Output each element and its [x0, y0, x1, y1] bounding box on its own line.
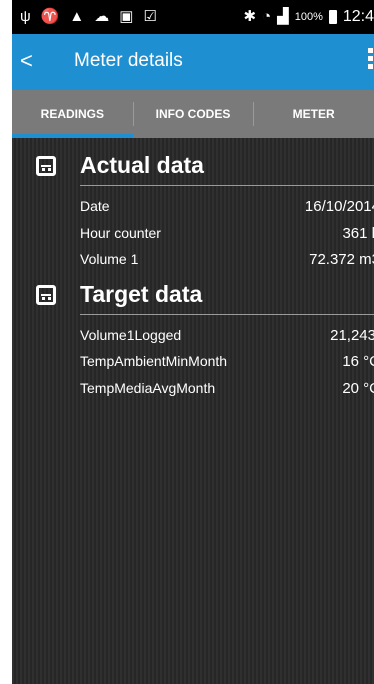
row-label: TempMediaAvgMonth — [80, 380, 216, 396]
warning-icon: ▲ — [69, 8, 85, 25]
data-row: Volume 1 72.372 m3 — [80, 251, 374, 273]
row-value: 16 °C — [342, 353, 374, 370]
wifi-icon: ◔ — [262, 8, 272, 25]
page-title: Meter details — [74, 50, 183, 71]
usb-icon: ψ — [20, 8, 31, 25]
signal-icon: ▟ — [277, 8, 289, 25]
clipboard-check-icon: ☑ — [143, 8, 157, 25]
row-label: Volume 1 — [80, 251, 139, 267]
row-label: TempAmbientMinMonth — [80, 353, 228, 369]
back-icon[interactable]: < — [20, 48, 33, 74]
row-value: 20 °C — [342, 380, 374, 397]
divider — [80, 314, 374, 315]
battery-icon — [328, 10, 337, 24]
app-frame: ψ ♈ ▲ ☁ ▣ ☑ ✱ ◔ ▟ 100% 12:4 < Meter deta… — [12, 0, 374, 684]
data-row: Hour counter 361 h — [80, 225, 374, 247]
battery-full-notification-icon: ▣ — [119, 8, 134, 25]
section-target-data: Target data — [12, 279, 374, 319]
bluetooth-icon: ✱ — [243, 8, 257, 25]
data-row: Date 16/10/2014 — [80, 198, 374, 220]
status-bar: ψ ♈ ▲ ☁ ▣ ☑ ✱ ◔ ▟ 100% 12:4 — [12, 0, 374, 34]
readings-panel[interactable]: Actual data Date 16/10/2014 Hour counter… — [12, 138, 374, 684]
floppy-disk-icon — [36, 285, 56, 305]
tab-meter[interactable]: METER — [253, 90, 374, 138]
data-row: TempMediaAvgMonth 20 °C — [80, 380, 374, 402]
cloud-upload-icon: ☁ — [94, 8, 110, 25]
divider — [80, 185, 374, 186]
system-icons: ✱ ◔ ▟ 100% 12:4 — [244, 0, 374, 34]
section-title: Target data — [80, 281, 203, 307]
floppy-disk-icon — [36, 156, 56, 176]
notification-icons: ψ ♈ ▲ ☁ ▣ ☑ — [12, 0, 157, 34]
tab-info-codes[interactable]: INFO CODES — [132, 90, 254, 138]
row-label: Date — [80, 198, 110, 214]
hotspot-icon: ♈ — [40, 8, 60, 25]
row-value: 72.372 m3 — [309, 251, 374, 268]
data-row: TempAmbientMinMonth 16 °C — [80, 353, 374, 375]
row-label: Volume1Logged — [80, 327, 182, 343]
app-bar: < Meter details — [12, 34, 374, 90]
tab-bar: READINGS INFO CODES METER — [12, 90, 374, 138]
overflow-menu-icon[interactable] — [368, 48, 374, 76]
data-row: Volume1Logged 21,243 — [80, 327, 374, 349]
battery-percent: 100% — [294, 11, 323, 23]
row-value: 361 h — [342, 225, 374, 242]
row-value: 16/10/2014 — [304, 198, 374, 215]
clock: 12:4 — [342, 8, 374, 25]
tab-readings[interactable]: READINGS — [12, 90, 133, 138]
section-actual-data: Actual data — [12, 150, 374, 190]
section-title: Actual data — [80, 152, 204, 178]
row-label: Hour counter — [80, 225, 161, 241]
row-value: 21,243 — [330, 327, 374, 344]
